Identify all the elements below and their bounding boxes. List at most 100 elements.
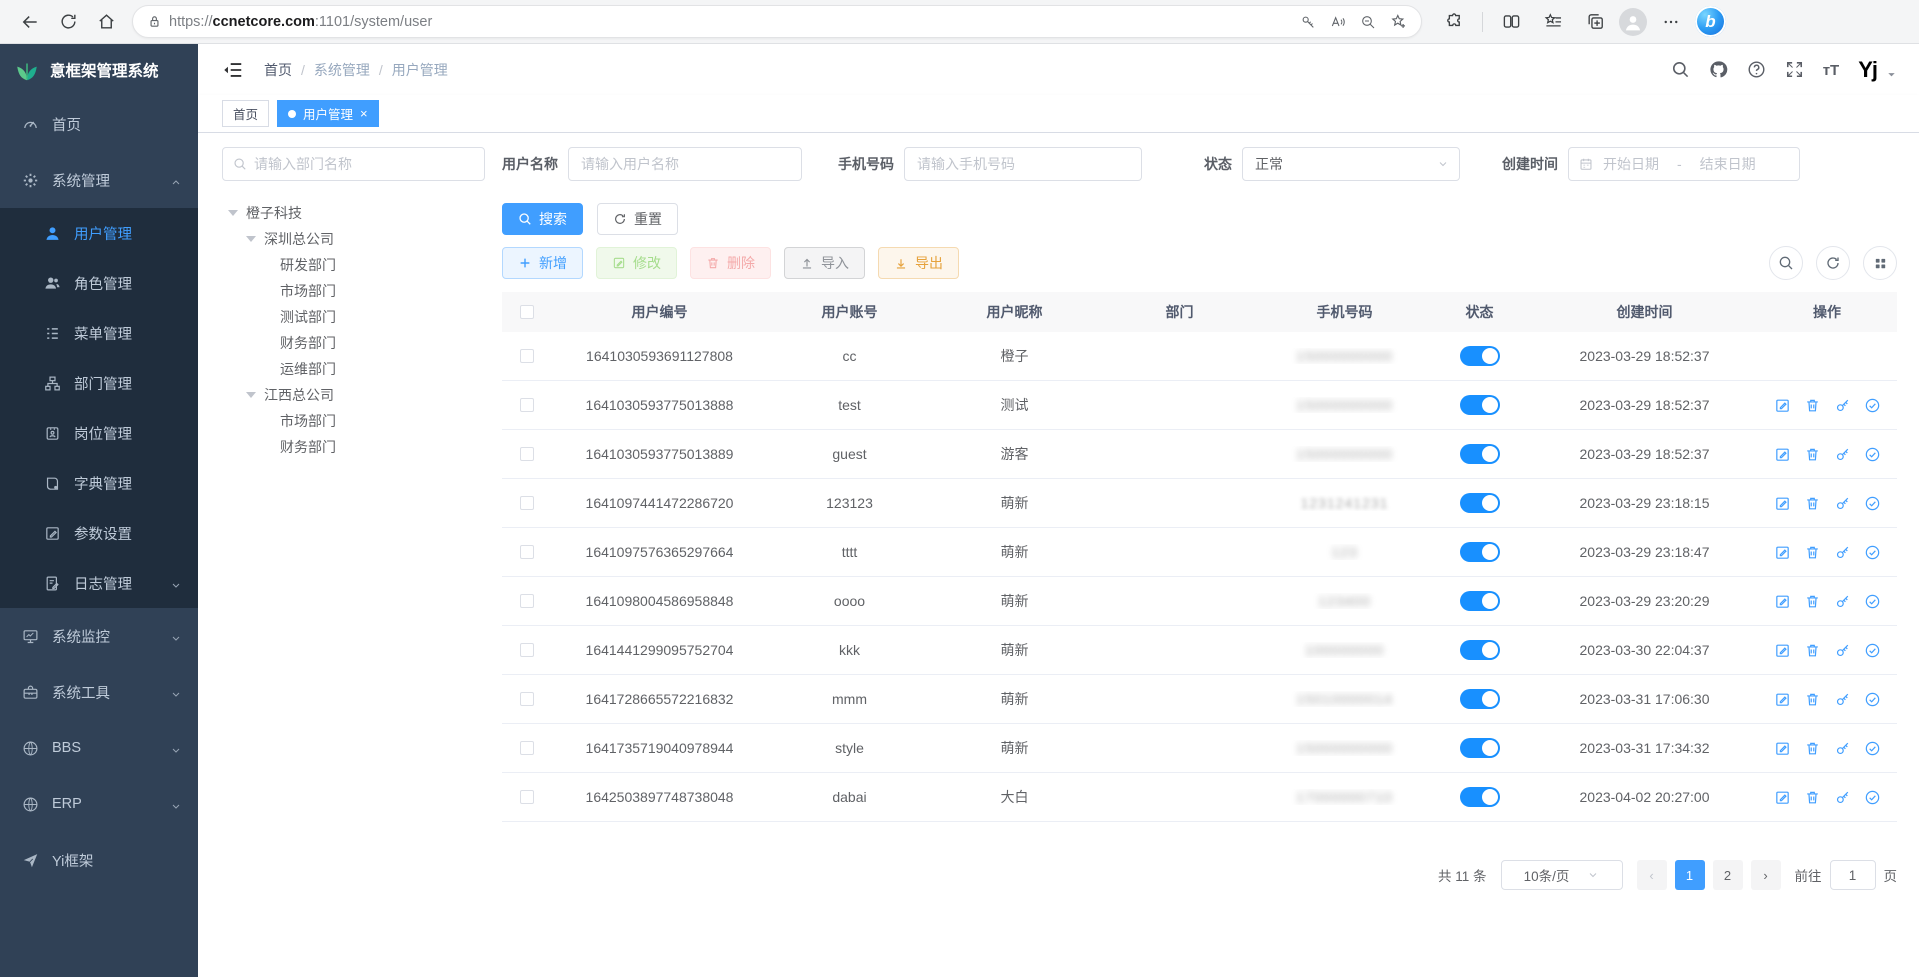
row-delete-icon[interactable]: [1804, 544, 1821, 561]
row-delete-icon[interactable]: [1804, 789, 1821, 806]
app-logo[interactable]: 意框架管理系统: [0, 44, 198, 96]
row-edit-icon[interactable]: [1774, 397, 1791, 414]
row-reset-password-icon[interactable]: [1834, 495, 1851, 512]
row-reset-password-icon[interactable]: [1834, 446, 1851, 463]
tree-node[interactable]: 研发部门: [222, 252, 485, 278]
sidebar-item-bbs[interactable]: BBS: [0, 720, 198, 776]
github-icon[interactable]: [1709, 60, 1728, 79]
row-edit-icon[interactable]: [1774, 789, 1791, 806]
status-toggle[interactable]: [1460, 640, 1500, 660]
font-size-icon[interactable]: тT: [1823, 60, 1840, 79]
row-assign-role-icon[interactable]: [1864, 691, 1881, 708]
row-assign-role-icon[interactable]: [1864, 740, 1881, 757]
tree-node[interactable]: 深圳总公司: [222, 226, 485, 252]
tree-node[interactable]: 运维部门: [222, 356, 485, 382]
status-toggle[interactable]: [1460, 787, 1500, 807]
select-all-checkbox[interactable]: [520, 305, 534, 319]
fullscreen-icon[interactable]: [1785, 60, 1804, 79]
row-edit-icon[interactable]: [1774, 740, 1791, 757]
sidebar-item-monitor[interactable]: 系统监控: [0, 608, 198, 664]
row-edit-icon[interactable]: [1774, 446, 1791, 463]
sidebar-item-erp[interactable]: ERP: [0, 776, 198, 832]
row-assign-role-icon[interactable]: [1864, 593, 1881, 610]
tree-expand-caret-icon[interactable]: [246, 392, 256, 398]
row-delete-icon[interactable]: [1804, 495, 1821, 512]
sidebar-item-menu-mgmt[interactable]: 菜单管理: [0, 308, 198, 358]
date-range-picker[interactable]: 开始日期 - 结束日期: [1568, 147, 1800, 181]
tag-close-icon[interactable]: ×: [360, 107, 368, 120]
status-select[interactable]: 正常: [1242, 147, 1460, 181]
zoom-out-icon[interactable]: [1353, 8, 1383, 36]
goto-page-input[interactable]: [1830, 860, 1876, 890]
browser-refresh-icon[interactable]: [50, 5, 86, 39]
address-bar[interactable]: https://ccnetcore.com:1101/system/user: [132, 5, 1422, 38]
row-checkbox[interactable]: [520, 790, 534, 804]
sidebar-item-home[interactable]: 首页: [0, 96, 198, 152]
breadcrumb-item[interactable]: 用户管理: [392, 60, 448, 80]
tree-node[interactable]: 市场部门: [222, 408, 485, 434]
status-toggle[interactable]: [1460, 738, 1500, 758]
row-reset-password-icon[interactable]: [1834, 544, 1851, 561]
row-reset-password-icon[interactable]: [1834, 397, 1851, 414]
browser-back-icon[interactable]: [12, 5, 48, 39]
extensions-icon[interactable]: [1436, 5, 1472, 39]
url-text[interactable]: https://ccnetcore.com:1101/system/user: [169, 14, 1293, 30]
collections-icon[interactable]: [1577, 5, 1613, 39]
search-button[interactable]: 搜索: [502, 203, 583, 235]
row-checkbox[interactable]: [520, 349, 534, 363]
breadcrumb-item[interactable]: 系统管理: [314, 60, 370, 80]
browser-home-icon[interactable]: [88, 5, 124, 39]
user-menu-caret-icon[interactable]: [1886, 69, 1897, 80]
export-button[interactable]: 导出: [878, 247, 959, 279]
tag-active[interactable]: 用户管理×: [277, 100, 379, 127]
row-delete-icon[interactable]: [1804, 642, 1821, 659]
row-assign-role-icon[interactable]: [1864, 446, 1881, 463]
row-assign-role-icon[interactable]: [1864, 397, 1881, 414]
row-edit-icon[interactable]: [1774, 642, 1791, 659]
add-favorite-star-icon[interactable]: [1383, 8, 1413, 36]
row-checkbox[interactable]: [520, 447, 534, 461]
row-reset-password-icon[interactable]: [1834, 642, 1851, 659]
sidebar-item-dept-mgmt[interactable]: 部门管理: [0, 358, 198, 408]
row-checkbox[interactable]: [520, 398, 534, 412]
tree-expand-caret-icon[interactable]: [228, 210, 238, 216]
next-page-button[interactable]: ›: [1751, 860, 1781, 890]
row-assign-role-icon[interactable]: [1864, 789, 1881, 806]
sidebar-item-system-mgmt[interactable]: 系统管理: [0, 152, 198, 208]
tag-item[interactable]: 首页: [222, 100, 269, 127]
row-checkbox[interactable]: [520, 496, 534, 510]
row-edit-icon[interactable]: [1774, 691, 1791, 708]
row-reset-password-icon[interactable]: [1834, 593, 1851, 610]
row-edit-icon[interactable]: [1774, 495, 1791, 512]
add-button[interactable]: 新增: [502, 247, 583, 279]
row-assign-role-icon[interactable]: [1864, 544, 1881, 561]
read-aloud-icon[interactable]: [1323, 8, 1353, 36]
page-number-button[interactable]: 1: [1675, 860, 1705, 890]
tree-node[interactable]: 测试部门: [222, 304, 485, 330]
column-settings-icon[interactable]: [1863, 246, 1897, 280]
tree-expand-caret-icon[interactable]: [246, 236, 256, 242]
row-checkbox[interactable]: [520, 643, 534, 657]
page-size-select[interactable]: 10条/页: [1501, 860, 1623, 890]
tree-node[interactable]: 江西总公司: [222, 382, 485, 408]
status-toggle[interactable]: [1460, 689, 1500, 709]
sidebar-item-role-mgmt[interactable]: 角色管理: [0, 258, 198, 308]
row-assign-role-icon[interactable]: [1864, 495, 1881, 512]
reset-button[interactable]: 重置: [597, 203, 678, 235]
row-edit-icon[interactable]: [1774, 593, 1791, 610]
help-icon[interactable]: [1747, 60, 1766, 79]
password-key-icon[interactable]: [1293, 8, 1323, 36]
row-delete-icon[interactable]: [1804, 446, 1821, 463]
row-checkbox[interactable]: [520, 692, 534, 706]
refresh-table-icon[interactable]: [1816, 246, 1850, 280]
tree-node[interactable]: 财务部门: [222, 434, 485, 460]
status-toggle[interactable]: [1460, 346, 1500, 366]
row-delete-icon[interactable]: [1804, 397, 1821, 414]
row-assign-role-icon[interactable]: [1864, 642, 1881, 659]
sidebar-item-post-mgmt[interactable]: 岗位管理: [0, 408, 198, 458]
sidebar-item-user-mgmt[interactable]: 用户管理: [0, 208, 198, 258]
sidebar-item-dict-mgmt[interactable]: 字典管理: [0, 458, 198, 508]
prev-page-button[interactable]: ‹: [1637, 860, 1667, 890]
status-toggle[interactable]: [1460, 395, 1500, 415]
phone-input[interactable]: [904, 147, 1142, 181]
